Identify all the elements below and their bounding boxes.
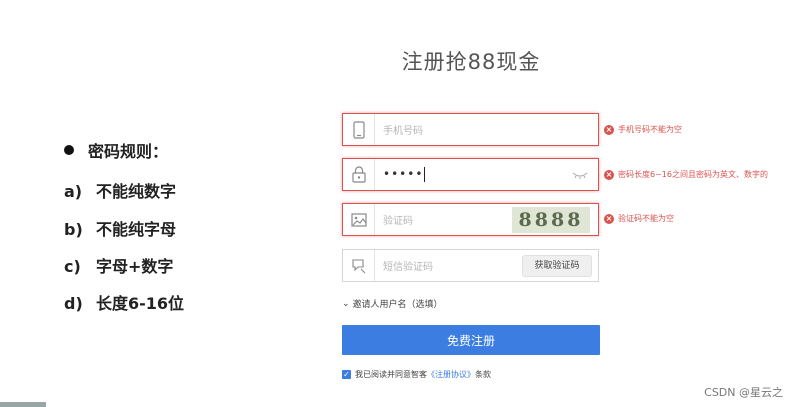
sms-field[interactable]: 短信验证码 获取验证码	[342, 249, 599, 282]
error-icon: ×	[604, 124, 614, 135]
phone-error: × 手机号码不能为空	[604, 124, 682, 135]
password-rules: 密码规则： a) 不能纯数字 b) 不能纯字母 c) 字母+数字 d) 长度6-16位	[64, 138, 184, 313]
captcha-error: × 验证码不能为空	[604, 213, 674, 224]
agreement: ✓ 我已阅读并同意智客 《注册协议》 条款	[342, 369, 491, 380]
register-button-label: 免费注册	[446, 333, 495, 348]
rule-marker: d)	[64, 294, 83, 313]
bottom-strip	[0, 402, 46, 407]
captcha-image[interactable]: 8888	[512, 207, 590, 233]
password-value: •••••	[383, 167, 424, 181]
rule-marker: b)	[64, 220, 83, 239]
chevron-down-icon: ⌄	[342, 298, 350, 309]
bullet-icon	[64, 145, 74, 155]
phone-field[interactable]: 手机号码	[342, 113, 599, 146]
rule-text: 字母+数字	[96, 257, 174, 276]
agree-prefix: 我已阅读并同意智客	[355, 370, 427, 379]
rule-text: 不能纯数字	[96, 182, 177, 201]
get-sms-code-button[interactable]: 获取验证码	[522, 255, 592, 277]
rule-item: a) 不能纯数字	[64, 178, 176, 202]
page-title: 注册抢88现金	[401, 50, 541, 74]
watermark: CSDN @星云之	[704, 386, 783, 399]
password-error: × 密码长度6~16之间且密码为英文、数字的	[604, 169, 768, 180]
invite-label: 邀请人用户名（选填）	[352, 300, 443, 310]
error-icon: ×	[604, 213, 614, 224]
rules-heading-text: 密码规则：	[88, 142, 169, 161]
password-field[interactable]: •••••	[342, 158, 599, 191]
message-icon	[343, 250, 375, 281]
rule-item: d) 长度6-16位	[64, 290, 184, 314]
captcha-field[interactable]: 验证码 8888	[342, 203, 599, 236]
eye-closed-icon[interactable]	[572, 171, 588, 179]
text-caret	[424, 167, 426, 182]
rule-text: 长度6-16位	[96, 294, 185, 313]
captcha-error-text: 验证码不能为空	[618, 214, 674, 223]
phone-icon	[343, 114, 375, 145]
phone-placeholder: 手机号码	[383, 126, 423, 137]
rules-heading: 密码规则：	[64, 138, 168, 162]
password-input[interactable]: •••••	[375, 167, 572, 182]
phone-error-text: 手机号码不能为空	[618, 125, 682, 134]
password-error-text: 密码长度6~16之间且密码为英文、数字的	[618, 170, 768, 179]
rule-text: 不能纯字母	[96, 220, 177, 239]
agree-suffix: 条款	[475, 370, 491, 379]
image-icon	[343, 204, 375, 235]
rule-marker: c)	[64, 257, 81, 276]
error-icon: ×	[604, 169, 614, 180]
rule-item: c) 字母+数字	[64, 253, 173, 277]
invite-toggle[interactable]: ⌄ 邀请人用户名（选填）	[342, 297, 443, 311]
register-button[interactable]: 免费注册	[342, 325, 600, 355]
agree-checkbox[interactable]: ✓	[342, 370, 351, 379]
rule-marker: a)	[64, 182, 83, 201]
agreement-link[interactable]: 《注册协议》	[427, 369, 475, 380]
lock-icon	[343, 159, 375, 190]
rule-item: b) 不能纯字母	[64, 216, 176, 240]
